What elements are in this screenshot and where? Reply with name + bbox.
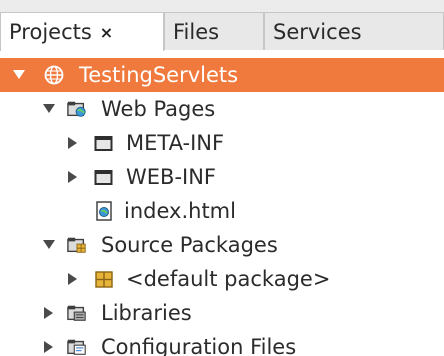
index-html-label: index.html	[124, 199, 236, 223]
tab-services-label: Services	[273, 19, 362, 44]
source-folder-icon	[67, 235, 87, 255]
folder-icon	[94, 133, 114, 153]
project-label: TestingServlets	[79, 63, 239, 87]
web-folder-icon	[67, 99, 87, 119]
tree-node-source-packages[interactable]: Source Packages	[0, 228, 444, 262]
tree-node-project[interactable]: TestingServlets	[0, 58, 444, 92]
meta-inf-label: META-INF	[126, 131, 225, 155]
collapsed-arrow-icon[interactable]	[66, 170, 80, 184]
libraries-label: Libraries	[101, 301, 192, 325]
tree-node-web-inf[interactable]: WEB-INF	[0, 160, 444, 194]
tree-node-configuration-files[interactable]: Configuration Files	[0, 330, 444, 356]
collapsed-arrow-icon[interactable]	[42, 340, 56, 354]
tree-node-libraries[interactable]: Libraries	[0, 296, 444, 330]
projects-panel: Projects × Files Services TestingServlet…	[0, 0, 444, 356]
tab-projects[interactable]: Projects ×	[0, 12, 164, 51]
configuration-files-label: Configuration Files	[101, 335, 297, 356]
collapsed-arrow-icon[interactable]	[42, 306, 56, 320]
html-file-icon	[94, 201, 114, 221]
globe-icon	[44, 65, 64, 85]
source-packages-label: Source Packages	[101, 233, 278, 257]
expanded-arrow-icon[interactable]	[12, 68, 26, 82]
expanded-arrow-icon[interactable]	[42, 238, 56, 252]
tab-strip: Projects × Files Services	[0, 0, 444, 51]
tree-node-web-pages[interactable]: Web Pages	[0, 92, 444, 126]
config-icon	[67, 337, 87, 356]
collapsed-arrow-icon[interactable]	[66, 136, 80, 150]
tab-projects-label: Projects	[9, 20, 92, 44]
tree-node-index-html[interactable]: index.html	[0, 194, 444, 228]
web-inf-label: WEB-INF	[126, 165, 216, 189]
tree-node-default-package[interactable]: <default package>	[0, 262, 444, 296]
expanded-arrow-icon[interactable]	[42, 102, 56, 116]
tab-services[interactable]: Services	[264, 12, 444, 50]
tree-node-meta-inf[interactable]: META-INF	[0, 126, 444, 160]
default-package-label: <default package>	[126, 267, 331, 291]
web-pages-label: Web Pages	[101, 97, 216, 121]
library-icon	[67, 303, 87, 323]
folder-icon	[94, 167, 114, 187]
close-icon[interactable]: ×	[100, 23, 113, 42]
tab-files-label: Files	[173, 19, 220, 44]
package-icon	[94, 269, 114, 289]
collapsed-arrow-icon[interactable]	[66, 272, 80, 286]
tab-files[interactable]: Files	[164, 12, 264, 50]
